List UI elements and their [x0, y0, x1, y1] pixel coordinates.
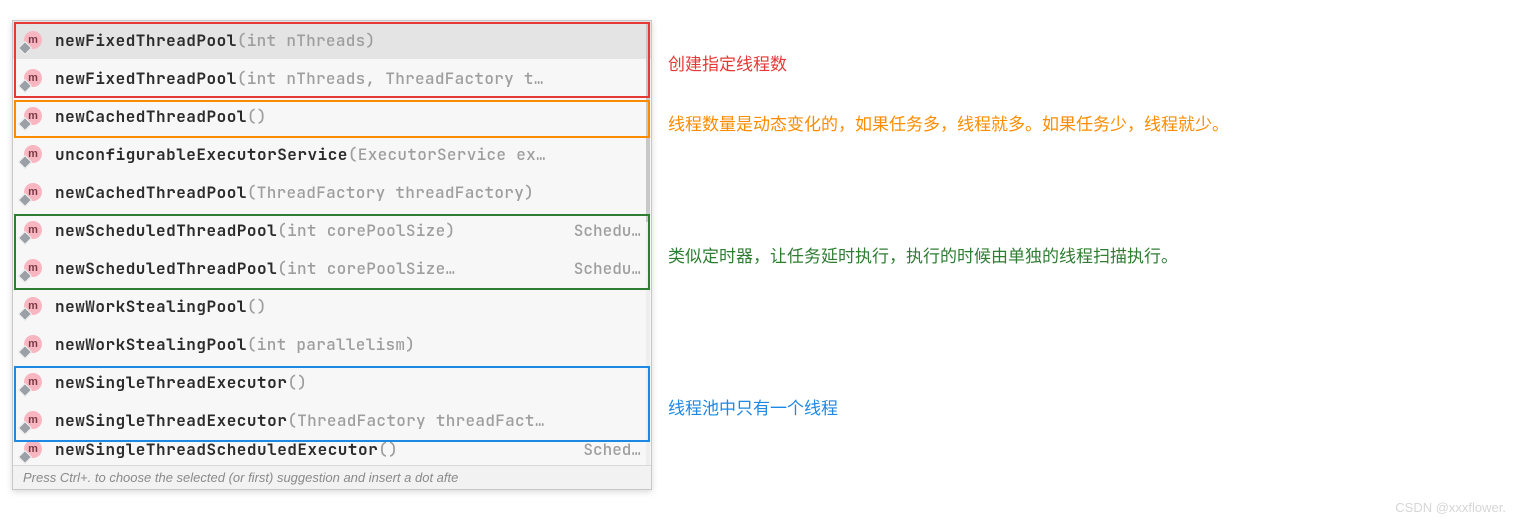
completion-popup[interactable]: newFixedThreadPool(int nThreads)newFixed… [12, 20, 652, 490]
suggestion-params: (ExecutorService ex… [348, 144, 546, 165]
suggestion-signature: newWorkStealingPool(int parallelism) [55, 334, 641, 355]
suggestion-signature: newFixedThreadPool(int nThreads) [55, 30, 641, 51]
suggestion-signature: newScheduledThreadPool(int corePoolSize) [55, 220, 556, 241]
annotation-label-fixed: 创建指定线程数 [668, 50, 787, 75]
suggestion-item[interactable]: newCachedThreadPool() [13, 97, 651, 135]
suggestion-params: (int parallelism) [247, 334, 415, 355]
suggestion-item[interactable]: newFixedThreadPool(int nThreads, ThreadF… [13, 59, 651, 97]
method-icon [23, 258, 43, 278]
method-icon [23, 296, 43, 316]
suggestion-params: () [378, 439, 398, 460]
suggestion-params: (int nThreads, ThreadFactory t… [237, 68, 544, 89]
suggestion-params: (int nThreads) [237, 30, 376, 51]
method-icon [23, 439, 43, 459]
suggestion-item[interactable]: newCachedThreadPool(ThreadFactory thread… [13, 173, 651, 211]
suggestion-params: (ThreadFactory threadFactory) [247, 182, 534, 203]
method-icon [23, 68, 43, 88]
suggestion-name: newSingleThreadExecutor [55, 410, 287, 431]
suggestion-item[interactable]: newScheduledThreadPool(int corePoolSize…… [13, 249, 651, 287]
suggestion-signature: newSingleThreadExecutor(ThreadFactory th… [55, 410, 641, 431]
method-icon [23, 220, 43, 240]
annotation-label-single: 线程池中只有一个线程 [668, 394, 838, 419]
suggestion-params: (ThreadFactory threadFact… [287, 410, 544, 431]
annotation-label-scheduled: 类似定时器，让任务延时执行，执行的时候由单独的线程扫描执行。 [668, 242, 1178, 267]
suggestion-params: (int corePoolSize) [277, 220, 455, 241]
suggestion-item[interactable]: newFixedThreadPool(int nThreads) [13, 21, 651, 59]
suggestion-item[interactable]: newWorkStealingPool() [13, 287, 651, 325]
hint-bar: Press Ctrl+. to choose the selected (or … [13, 465, 651, 489]
suggestion-signature: newSingleThreadExecutor() [55, 372, 641, 393]
method-icon [23, 372, 43, 392]
suggestion-name: newCachedThreadPool [55, 106, 247, 127]
suggestion-params: () [247, 296, 267, 317]
suggestion-item[interactable]: unconfigurableExecutorService(ExecutorSe… [13, 135, 651, 173]
suggestion-params: () [287, 372, 307, 393]
suggestion-params: (int corePoolSize… [277, 258, 455, 279]
suggestion-name: newScheduledThreadPool [55, 220, 277, 241]
watermark: CSDN @xxxflower. [1395, 500, 1506, 515]
scrollbar-thumb[interactable] [646, 22, 650, 222]
suggestion-list: newFixedThreadPool(int nThreads)newFixed… [13, 21, 651, 465]
method-icon [23, 106, 43, 126]
suggestion-signature: newScheduledThreadPool(int corePoolSize… [55, 258, 556, 279]
suggestion-return-type: Sched… [583, 439, 641, 460]
suggestion-signature: newCachedThreadPool() [55, 106, 641, 127]
method-icon [23, 410, 43, 430]
suggestion-item[interactable]: newSingleThreadExecutor() [13, 363, 651, 401]
suggestion-item[interactable]: newWorkStealingPool(int parallelism) [13, 325, 651, 363]
suggestion-name: newFixedThreadPool [55, 68, 237, 89]
suggestion-signature: newCachedThreadPool(ThreadFactory thread… [55, 182, 641, 203]
suggestion-signature: newWorkStealingPool() [55, 296, 641, 317]
suggestion-item[interactable]: newScheduledThreadPool(int corePoolSize)… [13, 211, 651, 249]
suggestion-signature: unconfigurableExecutorService(ExecutorSe… [55, 144, 641, 165]
suggestion-signature: newSingleThreadScheduledExecutor() [55, 439, 565, 460]
suggestion-signature: newFixedThreadPool(int nThreads, ThreadF… [55, 68, 641, 89]
method-icon [23, 334, 43, 354]
suggestion-item[interactable]: newSingleThreadScheduledExecutor() Sched… [13, 439, 651, 465]
suggestion-params: () [247, 106, 267, 127]
suggestion-name: newWorkStealingPool [55, 296, 247, 317]
annotation-label-cached: 线程数量是动态变化的，如果任务多，线程就多。如果任务少，线程就少。 [668, 110, 1229, 135]
suggestion-name: newSingleThreadScheduledExecutor [55, 439, 378, 460]
method-icon [23, 144, 43, 164]
method-icon [23, 30, 43, 50]
suggestion-item[interactable]: newSingleThreadExecutor(ThreadFactory th… [13, 401, 651, 439]
suggestion-return-type: Schedu… [574, 258, 641, 279]
scrollbar-track[interactable] [646, 22, 650, 465]
method-icon [23, 182, 43, 202]
suggestion-name: newScheduledThreadPool [55, 258, 277, 279]
suggestion-return-type: Schedu… [574, 220, 641, 241]
suggestion-name: newCachedThreadPool [55, 182, 247, 203]
suggestion-name: newSingleThreadExecutor [55, 372, 287, 393]
suggestion-name: newFixedThreadPool [55, 30, 237, 51]
suggestion-name: newWorkStealingPool [55, 334, 247, 355]
suggestion-name: unconfigurableExecutorService [55, 144, 348, 165]
